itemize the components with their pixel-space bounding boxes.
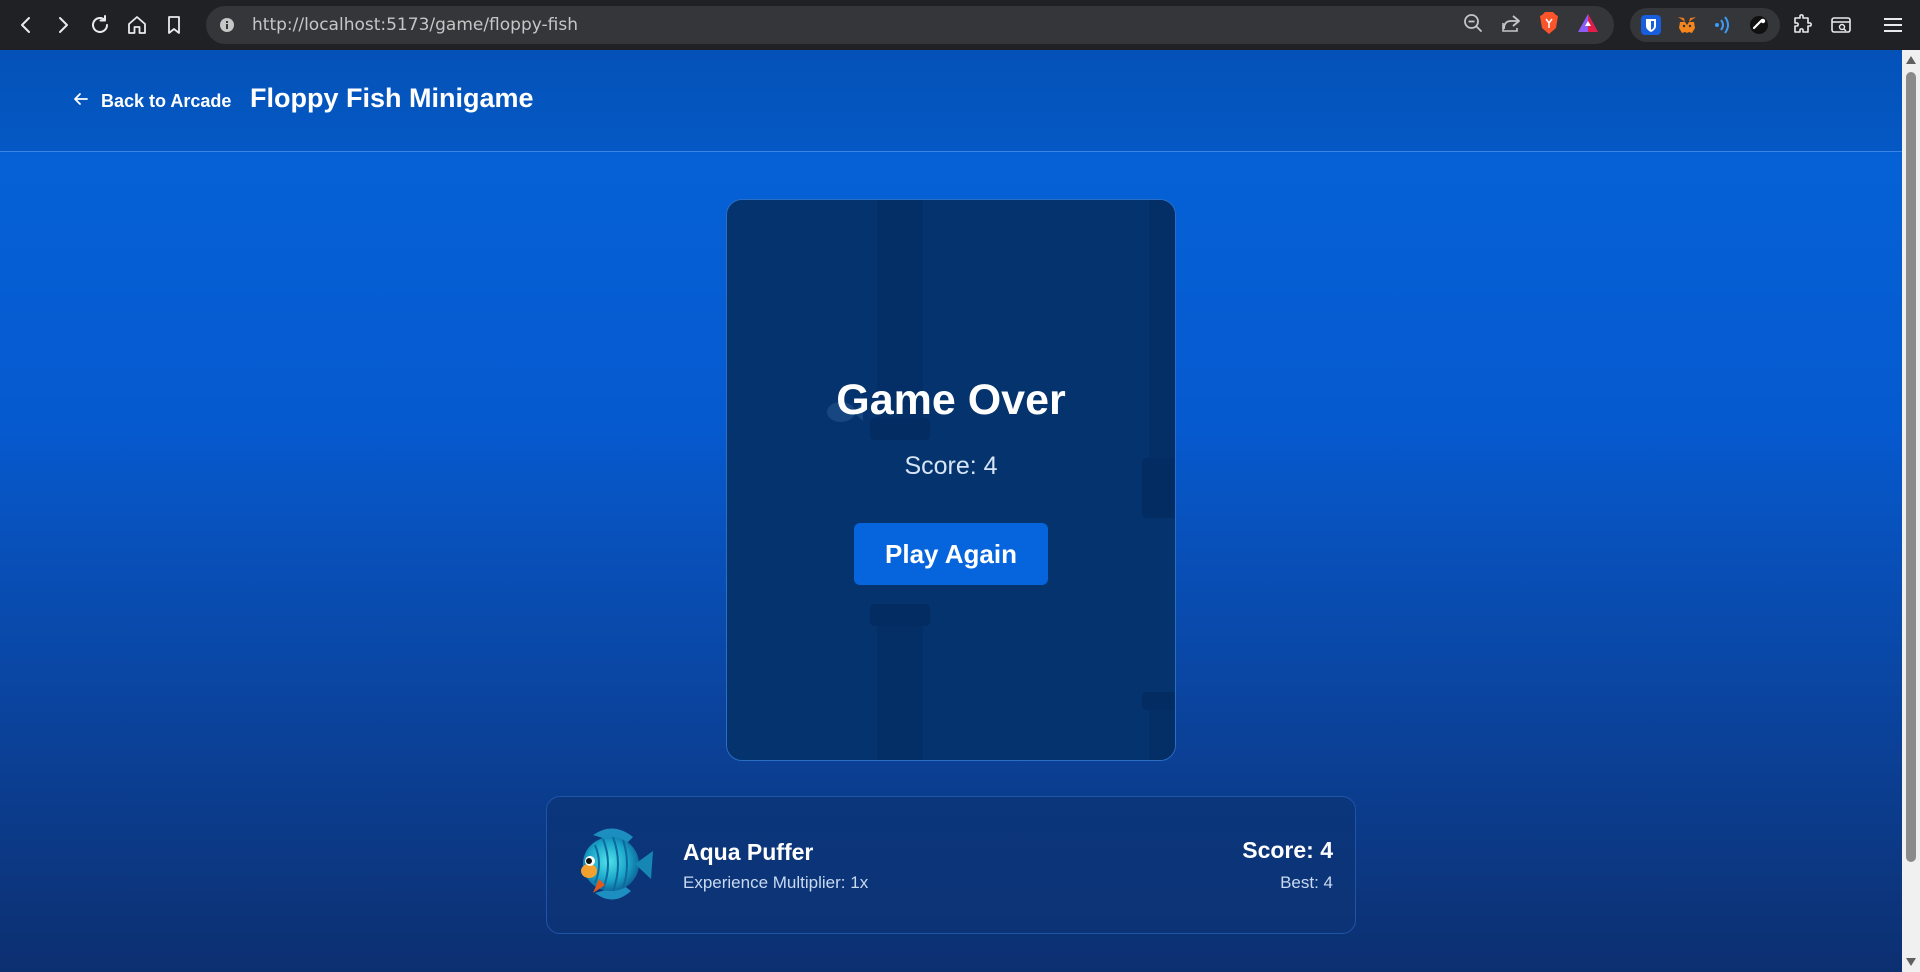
metamask-icon[interactable] [1674,12,1700,38]
arrow-left-icon [73,91,89,112]
current-score: Score: 4 [1242,837,1333,863]
url-text: http://localhost:5173/game/floppy-fish [252,15,578,35]
page-title: Floppy Fish Minigame [250,83,534,113]
bookmark-icon[interactable] [156,7,192,43]
game-over-score: Score: 4 [904,452,998,480]
extension-badge-icon[interactable] [1746,12,1772,38]
page-header: Back to Arcade Floppy Fish Minigame [0,50,1902,152]
site-info-icon[interactable] [217,15,237,35]
brave-rewards-icon[interactable] [1576,12,1600,39]
extensions-area [1630,8,1854,42]
best-score: Best: 4 [1280,873,1333,892]
share-icon[interactable] [1500,12,1522,39]
scroll-thumb[interactable] [1906,72,1916,862]
browser-toolbar: http://localhost:5173/game/floppy-fish [0,0,1920,50]
page-content: Back to Arcade Floppy Fish Minigame Game… [0,50,1902,972]
audio-wave-icon[interactable] [1710,12,1736,38]
back-link-label: Back to Arcade [101,91,232,111]
wallet-icon[interactable] [1828,12,1854,38]
fish-name: Aqua Puffer [683,839,814,865]
experience-multiplier: Experience Multiplier: 1x [683,873,869,892]
bitwarden-icon[interactable] [1638,12,1664,38]
puzzle-icon[interactable] [1790,12,1816,38]
scroll-up-arrow-icon[interactable] [1906,56,1916,64]
nav-buttons [8,7,192,43]
forward-icon[interactable] [45,7,81,43]
back-icon[interactable] [8,7,44,43]
scroll-down-arrow-icon[interactable] [1906,958,1916,966]
game-canvas[interactable]: Game Over Score: 4 Play Again [726,199,1176,761]
page-scrollbar[interactable] [1902,50,1920,972]
fish-info-card: Aqua Puffer Experience Multiplier: 1x Sc… [546,796,1356,934]
brave-shield-icon[interactable] [1538,11,1560,40]
home-icon[interactable] [119,7,155,43]
reload-icon[interactable] [82,7,118,43]
address-bar-actions [1462,6,1600,44]
menu-icon[interactable] [1876,8,1910,42]
game-over-title: Game Over [836,376,1066,424]
extensions-pill [1630,8,1780,42]
back-to-arcade-link[interactable]: Back to Arcade [73,91,231,112]
zoom-icon[interactable] [1462,12,1484,39]
fish-avatar [573,823,655,905]
address-bar[interactable]: http://localhost:5173/game/floppy-fish [206,6,1614,44]
play-again-button[interactable]: Play Again [854,523,1048,585]
